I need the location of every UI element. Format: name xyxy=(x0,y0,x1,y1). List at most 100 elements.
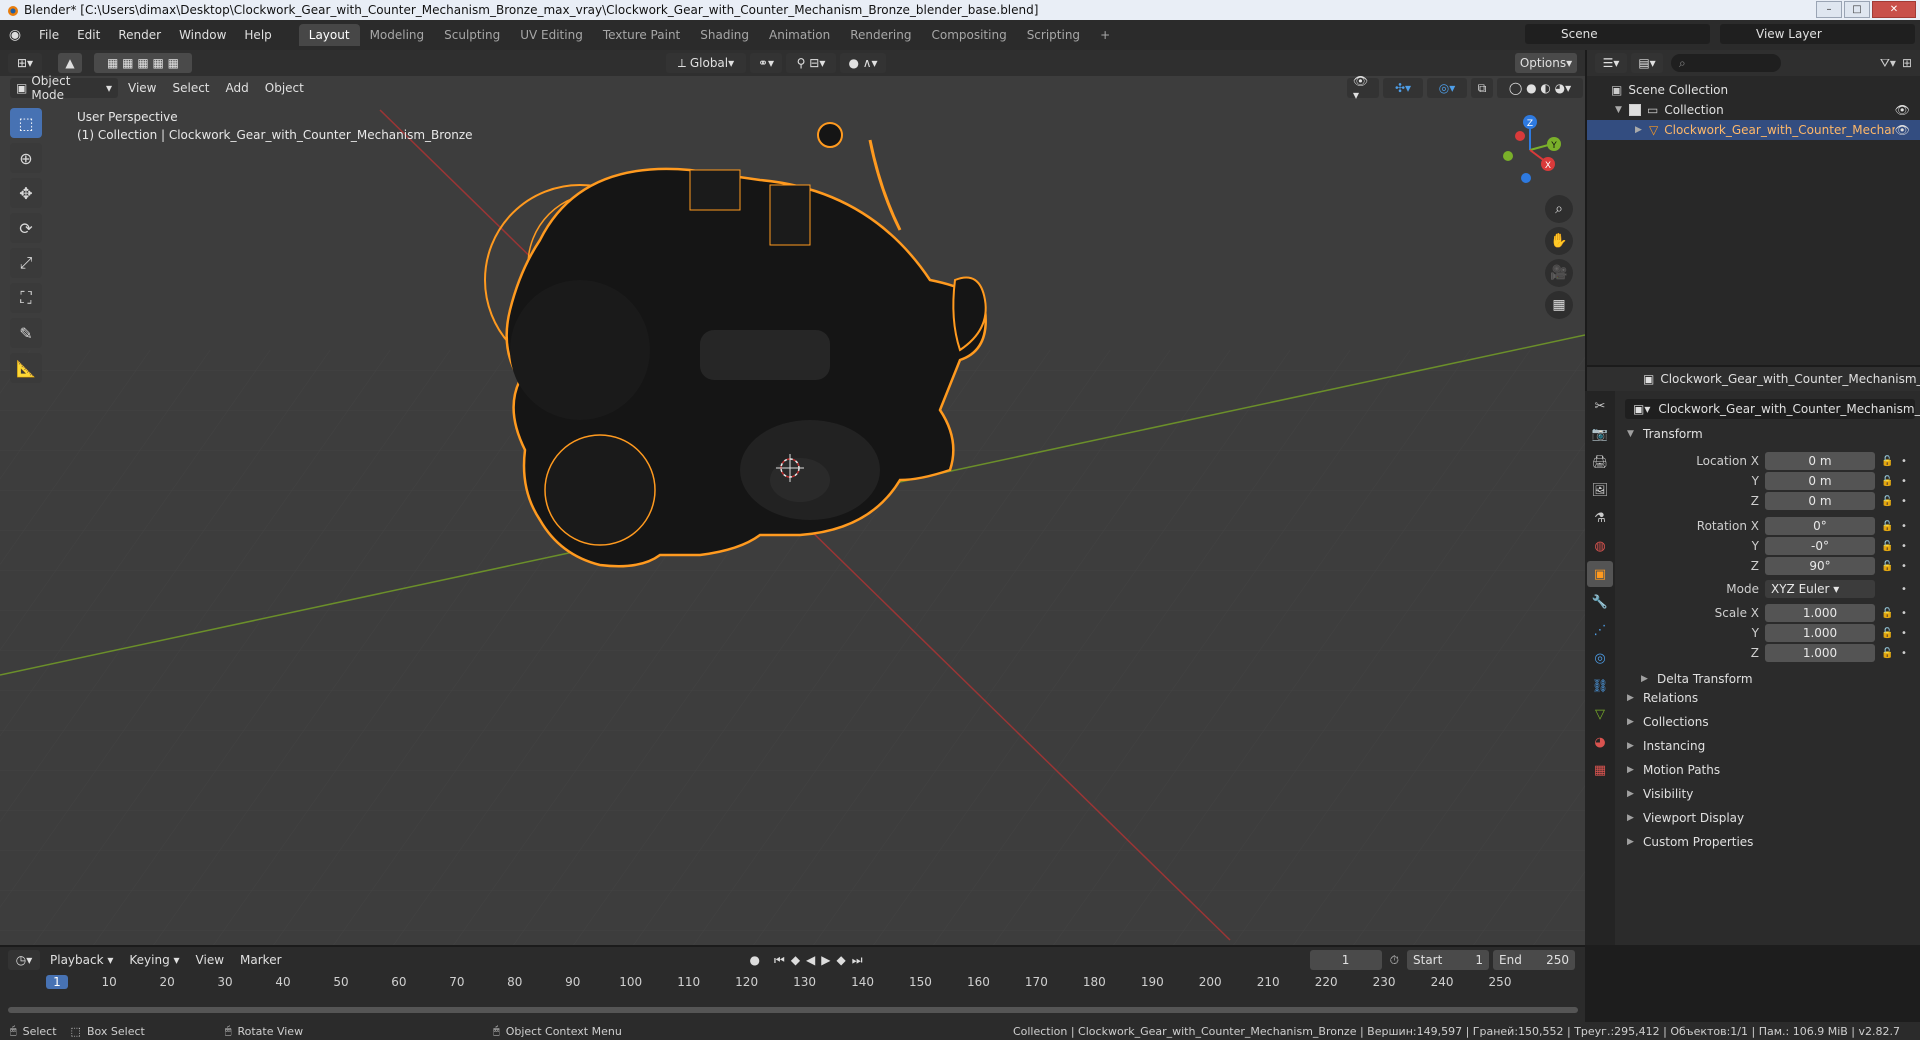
constraints-tab-icon[interactable]: ⛓ xyxy=(1587,673,1613,699)
tab-modeling[interactable]: Modeling xyxy=(360,24,435,46)
blender-menu-icon[interactable]: ◉ xyxy=(0,27,30,43)
select-box-tool-icon[interactable]: ⬚ xyxy=(10,108,42,138)
lock-icon[interactable]: 🔓 xyxy=(1881,648,1895,659)
scale-tool-icon[interactable]: ⤢ xyxy=(10,248,42,278)
visibility-dropdown[interactable]: 👁▾ xyxy=(1347,74,1379,102)
scene-selector[interactable]: Scene xyxy=(1525,24,1710,44)
location-x-field[interactable]: 0 m xyxy=(1765,452,1875,470)
timeline-editor-type-icon[interactable]: ◷▾ xyxy=(8,950,40,970)
select-mode-buttons[interactable]: ▦ ▦ ▦ ▦ ▦ xyxy=(94,53,192,73)
viewport-canvas[interactable] xyxy=(0,50,1585,945)
menu-playback[interactable]: Playback ▾ xyxy=(42,953,121,967)
keyframe-dot-icon[interactable]: • xyxy=(1901,496,1911,507)
minimize-button[interactable]: – xyxy=(1816,1,1842,18)
tab-compositing[interactable]: Compositing xyxy=(921,24,1016,46)
lock-icon[interactable]: 🔓 xyxy=(1881,476,1895,487)
current-frame-field[interactable]: 1 xyxy=(1309,950,1382,970)
3d-viewport[interactable] xyxy=(0,50,1585,945)
tab-shading[interactable]: Shading xyxy=(690,24,759,46)
world-tab-icon[interactable]: ◍ xyxy=(1587,533,1613,559)
stopwatch-icon[interactable]: ⏱ xyxy=(1390,953,1399,968)
lock-icon[interactable]: 🔓 xyxy=(1881,608,1895,619)
timeline-ruler[interactable]: 1 10 20 30 40 50 60 70 80 90 100 110 120 130 140 150 160… xyxy=(0,973,1585,993)
gizmo-toggle-button[interactable]: ✣▾ xyxy=(1383,78,1423,98)
object-name-field[interactable]: ▣▾ Clockwork_Gear_with_Counter_Mechanism… xyxy=(1625,399,1920,419)
display-mode-icon[interactable]: ▤▾ xyxy=(1631,53,1663,73)
transform-orientation-dropdown[interactable]: ⟂ Global ▾ xyxy=(666,53,746,73)
end-frame-field[interactable]: End 250 xyxy=(1493,950,1575,970)
menu-select[interactable]: Select xyxy=(164,81,217,95)
tab-layout[interactable]: Layout xyxy=(298,24,360,46)
tab-rendering[interactable]: Rendering xyxy=(840,24,921,46)
object-tab-icon[interactable]: ▣ xyxy=(1587,561,1613,587)
menu-add[interactable]: Add xyxy=(218,81,257,95)
keyframe-dot-icon[interactable]: • xyxy=(1901,541,1911,552)
jump-end-icon[interactable]: ⏭ xyxy=(852,953,863,968)
keyframe-dot-icon[interactable]: • xyxy=(1901,476,1911,487)
menu-help[interactable]: Help xyxy=(235,28,280,42)
texture-tab-icon[interactable]: ▦ xyxy=(1587,757,1613,783)
annotate-tool-icon[interactable]: ✎ xyxy=(10,318,42,348)
rotation-mode-dropdown[interactable]: XYZ Euler ▾ xyxy=(1765,580,1875,598)
menu-render[interactable]: Render xyxy=(109,28,170,42)
scale-z-field[interactable]: 1.000 xyxy=(1765,644,1875,662)
view-layer-selector[interactable]: View Layer xyxy=(1720,24,1915,44)
tab-scripting[interactable]: Scripting xyxy=(1017,24,1090,46)
transform-tool-icon[interactable]: ⛶ xyxy=(10,283,42,313)
expand-arrow-icon[interactable]: ▼ xyxy=(1615,105,1629,115)
data-tab-icon[interactable]: ▽ xyxy=(1587,701,1613,727)
menu-file[interactable]: File xyxy=(30,28,68,42)
outliner-collection[interactable]: ▼ ▭ Collection 👁 xyxy=(1587,100,1920,120)
start-frame-field[interactable]: Start 1 xyxy=(1407,950,1489,970)
scale-x-field[interactable]: 1.000 xyxy=(1765,604,1875,622)
output-tab-icon[interactable]: 🖨 xyxy=(1587,449,1613,475)
tab-animation[interactable]: Animation xyxy=(759,24,840,46)
tool-tab-icon[interactable]: ✂ xyxy=(1587,393,1613,419)
expand-arrow-icon[interactable]: ▶ xyxy=(1635,125,1649,135)
viewport-display-panel-header[interactable]: ▶ Viewport Display xyxy=(1627,811,1744,825)
visibility-eye-icon[interactable]: 👁 xyxy=(1895,103,1910,117)
motion-paths-panel-header[interactable]: ▶ Motion Paths xyxy=(1627,763,1720,777)
lock-icon[interactable]: 🔓 xyxy=(1881,561,1895,572)
menu-view[interactable]: View xyxy=(120,81,164,95)
rotation-x-field[interactable]: 0° xyxy=(1765,517,1875,535)
keyframe-dot-icon[interactable]: • xyxy=(1901,521,1911,532)
rotation-y-field[interactable]: -0° xyxy=(1765,537,1875,555)
material-tab-icon[interactable]: ◕ xyxy=(1587,729,1613,755)
tab-sculpting[interactable]: Sculpting xyxy=(434,24,510,46)
keyframe-dot-icon[interactable]: • xyxy=(1901,608,1911,619)
object-mode-dropdown[interactable]: ▣ Object Mode ▾ xyxy=(10,74,118,102)
collection-checkbox[interactable] xyxy=(1629,104,1641,116)
location-z-field[interactable]: 0 m xyxy=(1765,492,1875,510)
location-y-field[interactable]: 0 m xyxy=(1765,472,1875,490)
xray-toggle-button[interactable]: ⧉ xyxy=(1471,78,1493,98)
tab-texture-paint[interactable]: Texture Paint xyxy=(593,24,690,46)
keyframe-dot-icon[interactable]: • xyxy=(1901,561,1911,572)
visibility-panel-header[interactable]: ▶ Visibility xyxy=(1627,787,1693,801)
prev-keyframe-icon[interactable]: ◆ xyxy=(791,953,800,967)
particles-tab-icon[interactable]: ⋰ xyxy=(1587,617,1613,643)
keyframe-dot-icon[interactable]: • xyxy=(1901,628,1911,639)
play-reverse-icon[interactable]: ◀ xyxy=(806,953,815,967)
measure-tool-icon[interactable]: 📐 xyxy=(10,353,42,383)
menu-timeline-view[interactable]: View xyxy=(188,953,232,967)
pan-hand-icon[interactable]: ✋ xyxy=(1545,227,1573,255)
transform-panel-header[interactable]: ▼ Transform xyxy=(1627,427,1703,441)
keyframe-dot-icon[interactable]: • xyxy=(1901,648,1911,659)
zoom-icon[interactable]: ⌕ xyxy=(1545,195,1573,223)
add-workspace-button[interactable]: + xyxy=(1090,24,1120,46)
next-keyframe-icon[interactable]: ◆ xyxy=(837,953,846,967)
outliner-object-row[interactable]: ▶ ▽ Clockwork_Gear_with_Counter_Mechanis… xyxy=(1587,120,1920,140)
menu-edit[interactable]: Edit xyxy=(68,28,109,42)
editor-type-button[interactable]: ⊞▾ xyxy=(8,53,42,73)
cursor-tool-icon[interactable]: ⊕ xyxy=(10,143,42,173)
scale-y-field[interactable]: 1.000 xyxy=(1765,624,1875,642)
pivot-point-button[interactable]: ⚭▾ xyxy=(750,53,782,73)
jump-start-icon[interactable]: ⏮ xyxy=(774,953,785,968)
lock-icon[interactable]: 🔓 xyxy=(1881,496,1895,507)
keyframe-dot-icon[interactable]: • xyxy=(1901,456,1911,467)
menu-marker[interactable]: Marker xyxy=(232,953,289,967)
visibility-eye-icon[interactable]: 👁 xyxy=(1895,123,1910,137)
proportional-edit-button[interactable]: ● ∧▾ xyxy=(840,53,886,73)
outliner-editor-type-icon[interactable]: ☰▾ xyxy=(1595,53,1627,73)
